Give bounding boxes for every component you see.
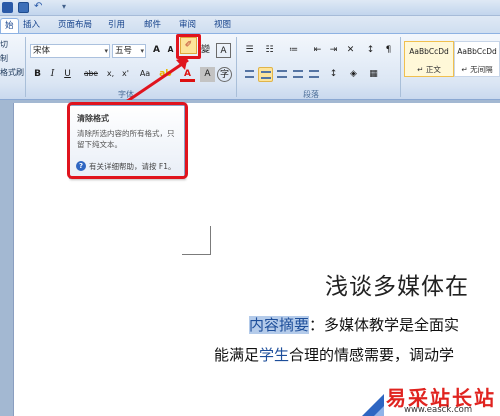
watermark-url: www.easck.com xyxy=(404,405,473,415)
align-left-icon[interactable] xyxy=(242,67,257,82)
font-size-value: 五号 xyxy=(115,46,133,56)
font-name-value: 宋体 xyxy=(33,46,51,56)
italic-button[interactable]: I xyxy=(45,67,60,82)
document-paragraph-2[interactable]: 能满足学生合理的情感需要，调动学 xyxy=(214,344,454,365)
underline-button[interactable]: U xyxy=(60,67,75,82)
decrease-indent-icon[interactable]: ⇤ xyxy=(310,43,325,58)
quick-access-toolbar: ↶ ▾ xyxy=(0,0,500,16)
style-name: ↵ 无间隔 xyxy=(461,65,493,74)
line-spacing-icon[interactable]: ↕ xyxy=(326,67,341,82)
strikethrough-button[interactable]: abe xyxy=(82,67,100,82)
tab-insert[interactable]: 插入 xyxy=(19,18,44,33)
font-size-combo[interactable]: 五号 ▾ xyxy=(112,44,146,58)
show-marks-icon[interactable]: ¶ xyxy=(381,43,396,58)
font-name-combo[interactable]: 宋体 ▾ xyxy=(30,44,110,58)
selected-text[interactable]: 内容摘要 xyxy=(249,316,310,334)
paragraph-text: 合理的情感需要，调动学 xyxy=(289,346,455,364)
numbering-icon[interactable]: ☷ xyxy=(262,43,277,58)
ribbon: 切 制 格式刷 宋体 ▾ 五号 ▾ A A 變 A B I U abe x, x… xyxy=(0,33,500,100)
bullets-icon[interactable]: ☰ xyxy=(242,43,257,58)
style-no-spacing[interactable]: AaBbCcDd ↵ 无间隔 xyxy=(454,41,500,77)
bold-button[interactable]: B xyxy=(30,67,45,82)
enclose-characters-button[interactable]: 字 xyxy=(217,67,232,82)
paragraph-group-label: 段落 xyxy=(303,90,319,99)
chevron-down-icon[interactable]: ▾ xyxy=(104,45,108,57)
style-sample: AaBbCcDd xyxy=(409,47,449,56)
format-painter-button[interactable]: 格式刷 xyxy=(0,68,24,78)
tab-view[interactable]: 视图 xyxy=(210,18,235,33)
font-group-label: 字体 xyxy=(118,90,134,99)
customize-dropdown-icon[interactable]: ▾ xyxy=(62,2,73,13)
annotation-highlight-box xyxy=(176,34,201,59)
save-icon[interactable] xyxy=(18,2,29,13)
group-separator xyxy=(236,37,237,97)
paragraph-text: 能满足 xyxy=(214,346,260,364)
cut-button[interactable]: 切 xyxy=(0,40,8,50)
tab-mailings[interactable]: 邮件 xyxy=(140,18,165,33)
sort-icon[interactable]: ↕ xyxy=(363,43,378,58)
tab-references[interactable]: 引用 xyxy=(104,18,129,33)
font-color-button[interactable]: A xyxy=(180,67,195,82)
word-logo-icon[interactable] xyxy=(2,2,13,13)
copy-button[interactable]: 制 xyxy=(0,54,8,64)
group-separator xyxy=(25,37,26,97)
chinese-layout-icon[interactable]: ✕ xyxy=(343,43,358,58)
site-watermark: 易采站长站 www.easck.com xyxy=(362,380,500,416)
annotation-highlight-box xyxy=(67,102,188,179)
tab-review[interactable]: 审阅 xyxy=(175,18,200,33)
character-shading-button[interactable]: A xyxy=(200,67,215,82)
subscript-button[interactable]: x, xyxy=(103,67,118,82)
paragraph-text: ：多媒体教学是全面实 xyxy=(309,316,460,334)
change-case-button[interactable]: Aa xyxy=(136,67,154,82)
borders-icon[interactable]: ▦ xyxy=(366,67,381,82)
ribbon-tabs: 始 插入 页面布局 引用 邮件 审阅 视图 xyxy=(0,16,500,33)
align-center-icon[interactable] xyxy=(258,67,273,82)
shading-icon[interactable]: ◈ xyxy=(346,67,361,82)
align-right-icon[interactable] xyxy=(274,67,289,82)
undo-icon[interactable]: ↶ xyxy=(34,2,45,13)
page-corner-mark xyxy=(182,226,211,255)
tab-home[interactable]: 始 xyxy=(0,18,19,33)
character-border-button[interactable]: A xyxy=(216,43,231,58)
justify-icon[interactable] xyxy=(290,67,305,82)
style-normal[interactable]: AaBbCcDd ↵ 正文 xyxy=(404,41,454,77)
multilevel-list-icon[interactable]: ≔ xyxy=(286,43,301,58)
increase-indent-icon[interactable]: ⇥ xyxy=(326,43,341,58)
document-paragraph-1[interactable]: 内容摘要：多媒体教学是全面实 xyxy=(249,314,459,335)
highlight-color-icon[interactable]: ab xyxy=(158,67,173,82)
superscript-button[interactable]: x' xyxy=(118,67,133,82)
paragraph-link-text: 学生 xyxy=(259,346,290,364)
grow-font-button[interactable]: A xyxy=(149,43,164,58)
style-name: ↵ 正文 xyxy=(417,65,441,74)
style-sample: AaBbCcDd xyxy=(457,47,497,56)
chevron-down-icon[interactable]: ▾ xyxy=(140,45,144,57)
tab-page-layout[interactable]: 页面布局 xyxy=(54,18,96,33)
group-separator xyxy=(400,37,401,97)
document-title[interactable]: 浅谈多媒体在 xyxy=(325,267,469,301)
distributed-icon[interactable] xyxy=(306,67,321,82)
